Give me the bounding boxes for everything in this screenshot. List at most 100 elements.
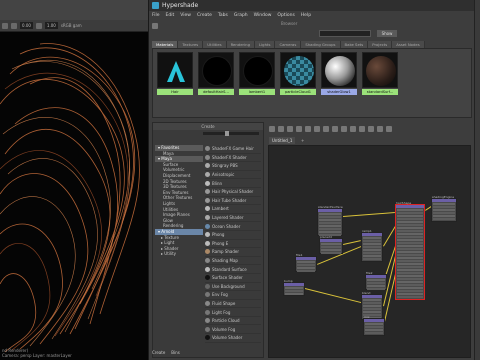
layout-icon[interactable]	[269, 125, 275, 132]
menu-create[interactable]: Create	[197, 13, 212, 18]
material-swatch[interactable]	[198, 52, 234, 88]
grid-icon[interactable]	[341, 125, 347, 132]
menu-options[interactable]: Options	[277, 13, 294, 18]
settings-icon[interactable]	[386, 125, 392, 132]
node-type-item[interactable]: Stingray PBS	[205, 162, 261, 171]
menu-edit[interactable]: Edit	[166, 13, 175, 18]
node-type-item[interactable]: Lambert	[205, 205, 261, 214]
node-type-item[interactable]: Phong	[205, 231, 261, 240]
graph-node[interactable]: hairShape	[395, 201, 425, 300]
swatch-label[interactable]: lambert1	[239, 89, 275, 95]
node-type-item[interactable]: Hair Physical Shader	[205, 188, 261, 197]
clear-icon[interactable]	[287, 125, 293, 132]
node-type-item[interactable]: Volume Fog	[205, 325, 261, 335]
node-type-item[interactable]: Layered Shader	[205, 214, 261, 223]
frame-icon[interactable]	[368, 125, 374, 132]
icon-size-slider[interactable]	[203, 131, 259, 136]
node-type-item[interactable]: Anisotropic	[205, 171, 261, 180]
output-icon[interactable]	[305, 125, 311, 132]
menu-graph[interactable]: Graph	[234, 13, 248, 18]
tab-asset-nodes[interactable]: Asset Nodes	[392, 41, 425, 48]
graph-node[interactable]: place2d	[319, 235, 343, 254]
bottom-tab-bins[interactable]: Bins	[171, 350, 179, 355]
material-swatch[interactable]	[362, 52, 398, 88]
graph-node[interactable]: bump	[283, 279, 305, 296]
camera-icon[interactable]	[2, 22, 8, 29]
filter-icon[interactable]	[359, 125, 365, 132]
swatch-label[interactable]: shaderGlow1	[321, 89, 357, 95]
connect-icon[interactable]	[314, 125, 320, 132]
node-type-item[interactable]: Phong E	[205, 240, 261, 249]
swatch-label[interactable]: standardSurf...	[362, 89, 398, 95]
gamma-icon[interactable]	[35, 22, 42, 29]
menu-file[interactable]: File	[152, 13, 160, 18]
node-type-item[interactable]: Light Fog	[205, 308, 261, 317]
search-icon[interactable]	[377, 125, 383, 132]
viewport-panel[interactable]: 0.00 1.00 sRGB gam nd Renderer) Camera: …	[0, 0, 148, 360]
slider-knob[interactable]	[225, 131, 229, 136]
graph-node[interactable]: mix	[363, 315, 385, 336]
graph-node[interactable]: ramp1	[361, 229, 383, 262]
expand-icon[interactable]	[323, 125, 329, 132]
swatch-label[interactable]: defaultHairS...	[198, 89, 234, 95]
menu-tabs[interactable]: Tabs	[218, 13, 228, 18]
tab-bake-sets[interactable]: Bake Sets	[340, 41, 369, 48]
gamma-field[interactable]: 1.00	[44, 22, 58, 29]
node-type-item[interactable]: ShaderFX Shader	[205, 154, 261, 163]
graph-node[interactable]: shadingEngine	[431, 195, 457, 222]
node-type-item[interactable]: Volume Shader	[205, 334, 261, 343]
graph-node[interactable]: file1	[295, 253, 317, 272]
graph-icon[interactable]	[278, 125, 284, 132]
node-type-item[interactable]: Particle Cloud	[205, 317, 261, 326]
node-type-item[interactable]: Use Background	[205, 283, 261, 292]
material-swatch[interactable]	[157, 52, 193, 88]
material-swatch[interactable]	[239, 52, 275, 88]
menu-help[interactable]: Help	[301, 13, 311, 18]
input-icon[interactable]	[296, 125, 302, 132]
node-type-item[interactable]: Standard Surface	[205, 265, 261, 274]
swatch-label[interactable]: Hair	[157, 89, 193, 95]
add-tab-button[interactable]: +	[301, 137, 304, 144]
attribute-editor-strip[interactable]	[474, 0, 480, 360]
node-type-item[interactable]: Blinn	[205, 179, 261, 188]
tab-shading-groups[interactable]: Shading Groups	[301, 41, 341, 48]
swatch-label[interactable]: particleCloud1	[280, 89, 316, 95]
node-attribute-row	[297, 261, 315, 263]
graph-node[interactable]: file2	[365, 271, 387, 290]
tab-textures[interactable]: Textures	[178, 41, 204, 48]
exposure-field[interactable]: 0.00	[20, 22, 33, 29]
list-icon[interactable]	[350, 125, 356, 132]
node-type-item[interactable]: Fluid Shape	[205, 300, 261, 309]
bottom-tab-create[interactable]: Create	[152, 350, 165, 355]
material-swatch[interactable]	[321, 52, 357, 88]
node-type-item[interactable]: Ramp Shader	[205, 248, 261, 257]
search-input[interactable]	[319, 30, 371, 37]
menu-bar: File Edit View Create Tabs Graph Window Options…	[149, 11, 474, 20]
node-editor-tab[interactable]: Untitled_1	[269, 137, 296, 144]
category-item[interactable]: ▸ Utility	[155, 251, 203, 257]
tab-cameras[interactable]: Cameras	[275, 41, 302, 48]
node-type-label: Light Fog	[212, 309, 231, 315]
browser-menu-icon[interactable]	[152, 23, 158, 29]
tab-utilities[interactable]: Utilities	[203, 41, 227, 48]
node-type-item[interactable]: Hair Tube Shader	[205, 197, 261, 206]
grid-icon[interactable]	[11, 22, 17, 29]
color-space-label[interactable]: sRGB gam	[61, 23, 82, 28]
node-type-item[interactable]: Shading Map	[205, 257, 261, 266]
node-type-item[interactable]: Env Fog	[205, 291, 261, 300]
node-type-item[interactable]: ShaderFX Game Hair	[205, 145, 261, 154]
tab-projects[interactable]: Projects	[368, 41, 393, 48]
material-swatch[interactable]	[280, 52, 316, 88]
node-type-item[interactable]: Surface Shader	[205, 274, 261, 283]
title-bar[interactable]: Hypershade	[149, 0, 474, 11]
menu-window[interactable]: Window	[254, 13, 272, 18]
tab-materials[interactable]: Materials	[152, 41, 179, 48]
show-button[interactable]: Show	[377, 30, 397, 37]
tab-lights[interactable]: Lights	[254, 41, 276, 48]
graph-node[interactable]: standardSurface	[317, 205, 343, 236]
node-graph[interactable]: standardSurface place2d ramp1 file1 file2 ble…	[268, 145, 471, 358]
node-type-item[interactable]: Ocean Shader	[205, 222, 261, 231]
collapse-icon[interactable]	[332, 125, 338, 132]
menu-view[interactable]: View	[180, 13, 191, 18]
tab-rendering[interactable]: Rendering	[226, 41, 255, 48]
